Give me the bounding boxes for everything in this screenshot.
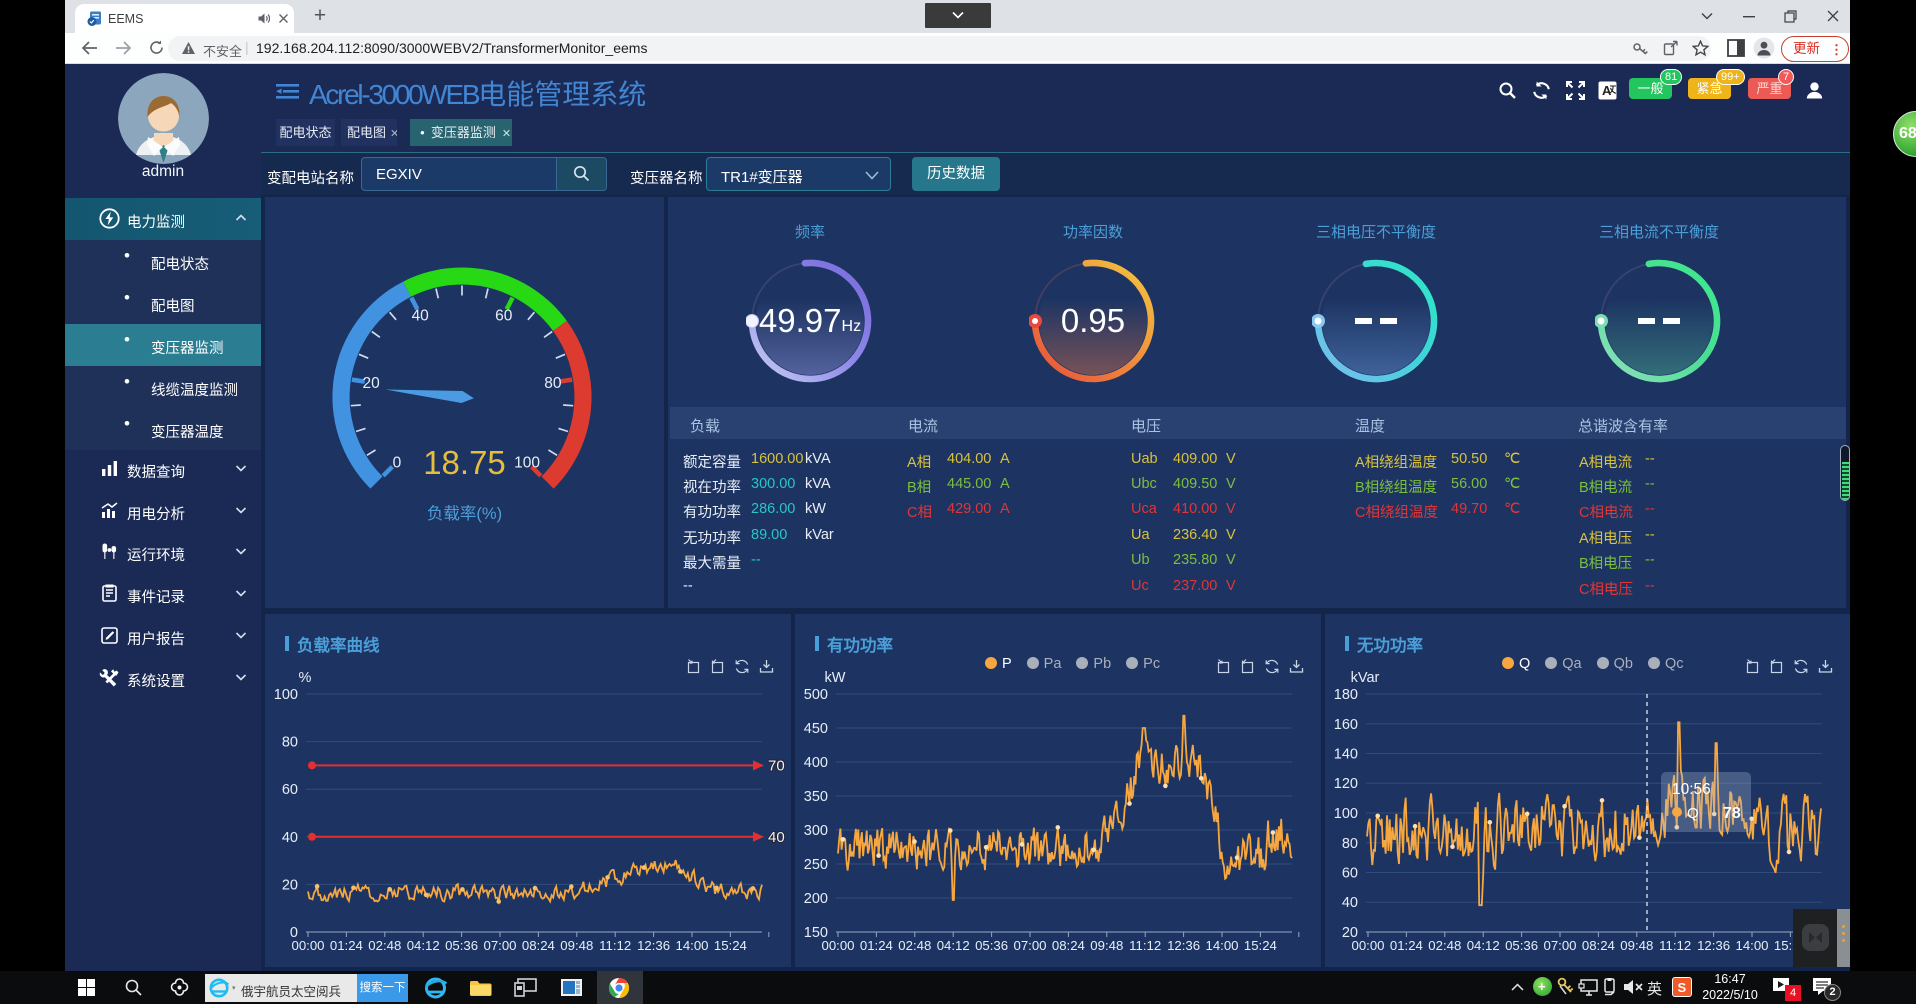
svg-text:00:00: 00:00 bbox=[821, 938, 854, 953]
svg-text:11:12: 11:12 bbox=[599, 938, 631, 953]
svg-text:00:00: 00:00 bbox=[291, 938, 324, 953]
svg-text:14:00: 14:00 bbox=[1735, 938, 1768, 953]
svg-text:08:24: 08:24 bbox=[1052, 938, 1085, 953]
svg-text:20: 20 bbox=[282, 877, 298, 893]
svg-text:350: 350 bbox=[804, 789, 828, 805]
svg-text:500: 500 bbox=[804, 687, 828, 703]
svg-text:01:24: 01:24 bbox=[860, 938, 893, 953]
svg-text:400: 400 bbox=[804, 755, 828, 771]
svg-text:120: 120 bbox=[1334, 776, 1358, 792]
svg-text:14:00: 14:00 bbox=[675, 938, 708, 953]
svg-text:07:00: 07:00 bbox=[483, 938, 516, 953]
svg-text:04:12: 04:12 bbox=[407, 938, 440, 953]
svg-text:kW: kW bbox=[825, 670, 846, 686]
svg-text:11:12: 11:12 bbox=[1659, 938, 1691, 953]
svg-text:40: 40 bbox=[1342, 895, 1358, 911]
svg-text:10:56: 10:56 bbox=[1672, 781, 1711, 798]
svg-text:300: 300 bbox=[804, 823, 828, 839]
svg-text:07:00: 07:00 bbox=[1013, 938, 1046, 953]
svg-text:20: 20 bbox=[362, 375, 380, 392]
svg-text:05:36: 05:36 bbox=[1505, 938, 1538, 953]
svg-text:kVar: kVar bbox=[1351, 670, 1380, 686]
svg-text:15:24: 15:24 bbox=[714, 938, 747, 953]
svg-text:09:48: 09:48 bbox=[1090, 938, 1123, 953]
svg-text:07:00: 07:00 bbox=[1543, 938, 1576, 953]
svg-text:01:24: 01:24 bbox=[330, 938, 363, 953]
svg-text:04:12: 04:12 bbox=[1467, 938, 1500, 953]
svg-text:%: % bbox=[299, 670, 312, 686]
svg-text:04:12: 04:12 bbox=[937, 938, 970, 953]
svg-text:40: 40 bbox=[768, 829, 785, 846]
svg-text:80: 80 bbox=[544, 375, 562, 392]
svg-text:02:48: 02:48 bbox=[368, 938, 401, 953]
svg-text:140: 140 bbox=[1334, 747, 1358, 763]
svg-text:02:48: 02:48 bbox=[1428, 938, 1461, 953]
svg-text:200: 200 bbox=[804, 891, 828, 907]
svg-text:02:48: 02:48 bbox=[898, 938, 931, 953]
svg-text:15:24: 15:24 bbox=[1244, 938, 1277, 953]
svg-text:70: 70 bbox=[768, 757, 785, 774]
svg-text:40: 40 bbox=[282, 830, 298, 846]
svg-text:60: 60 bbox=[1342, 866, 1358, 882]
svg-text:250: 250 bbox=[804, 857, 828, 873]
svg-text:100: 100 bbox=[274, 687, 298, 703]
svg-text:60: 60 bbox=[495, 308, 513, 325]
svg-text:01:24: 01:24 bbox=[1390, 938, 1423, 953]
svg-text:12:36: 12:36 bbox=[637, 938, 670, 953]
svg-text:11:12: 11:12 bbox=[1129, 938, 1161, 953]
svg-text:05:36: 05:36 bbox=[445, 938, 478, 953]
svg-text:A: A bbox=[1602, 83, 1612, 98]
svg-text:160: 160 bbox=[1334, 717, 1358, 733]
svg-text:14:00: 14:00 bbox=[1205, 938, 1238, 953]
svg-text:100: 100 bbox=[1334, 806, 1358, 822]
svg-text:80: 80 bbox=[282, 735, 298, 751]
svg-text:08:24: 08:24 bbox=[1582, 938, 1615, 953]
svg-text:78: 78 bbox=[1723, 805, 1741, 822]
svg-text:Q: Q bbox=[1687, 805, 1699, 822]
svg-text:08:24: 08:24 bbox=[522, 938, 555, 953]
svg-text:12:36: 12:36 bbox=[1167, 938, 1200, 953]
svg-text:09:48: 09:48 bbox=[560, 938, 593, 953]
svg-text:80: 80 bbox=[1342, 836, 1358, 852]
svg-text:09:48: 09:48 bbox=[1620, 938, 1653, 953]
svg-text:450: 450 bbox=[804, 721, 828, 737]
svg-text:05:36: 05:36 bbox=[975, 938, 1008, 953]
svg-text:12:36: 12:36 bbox=[1697, 938, 1730, 953]
svg-text:00:00: 00:00 bbox=[1351, 938, 1384, 953]
svg-text:40: 40 bbox=[412, 308, 430, 325]
svg-text:180: 180 bbox=[1334, 687, 1358, 703]
svg-text:60: 60 bbox=[282, 782, 298, 798]
